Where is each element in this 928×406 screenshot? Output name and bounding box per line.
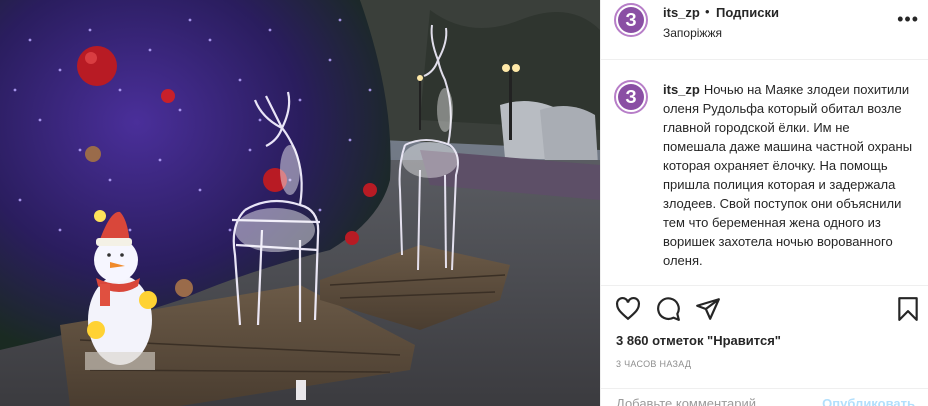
avatar[interactable]: З: [614, 3, 648, 37]
post-timestamp[interactable]: 3 часов назад: [616, 359, 691, 369]
caption-text: Ночью на Маяке злодеи похитили оленя Руд…: [663, 82, 913, 268]
location-link[interactable]: Запоріжжя: [663, 26, 722, 40]
instagram-post: З its_zp • Подписки Запоріжжя ••• З its_…: [0, 0, 928, 406]
header-username[interactable]: its_zp: [663, 5, 700, 20]
post-photo[interactable]: [0, 0, 600, 406]
heart-icon[interactable]: [615, 296, 641, 322]
post-sidebar: З its_zp • Подписки Запоріжжя ••• З its_…: [600, 0, 928, 406]
add-comment-bar: Добавьте комментарий... Опубликовать: [601, 388, 928, 406]
publish-button[interactable]: Опубликовать: [822, 396, 915, 406]
christmas-deer-photo: [0, 0, 600, 406]
separator-dot: •: [705, 4, 710, 19]
avatar-letter: З: [618, 84, 644, 110]
caption-username[interactable]: its_zp: [663, 82, 700, 97]
share-icon[interactable]: [695, 296, 721, 322]
comment-icon[interactable]: [655, 296, 681, 322]
avatar-letter: З: [618, 7, 644, 33]
more-options-icon[interactable]: •••: [897, 10, 919, 28]
caption-avatar[interactable]: З: [614, 80, 648, 114]
post-header: З its_zp • Подписки Запоріжжя •••: [601, 0, 928, 60]
caption: its_zp Ночью на Маяке злодеи похитили оле…: [663, 80, 913, 270]
caption-section: З its_zp Ночью на Маяке злодеи похитили о…: [601, 60, 928, 286]
action-bar: [601, 286, 928, 334]
likes-count[interactable]: 3 860 отметок "Нравится": [616, 333, 781, 348]
comment-input[interactable]: Добавьте комментарий...: [616, 396, 767, 406]
bookmark-icon[interactable]: [895, 296, 921, 322]
following-button[interactable]: Подписки: [716, 5, 779, 20]
